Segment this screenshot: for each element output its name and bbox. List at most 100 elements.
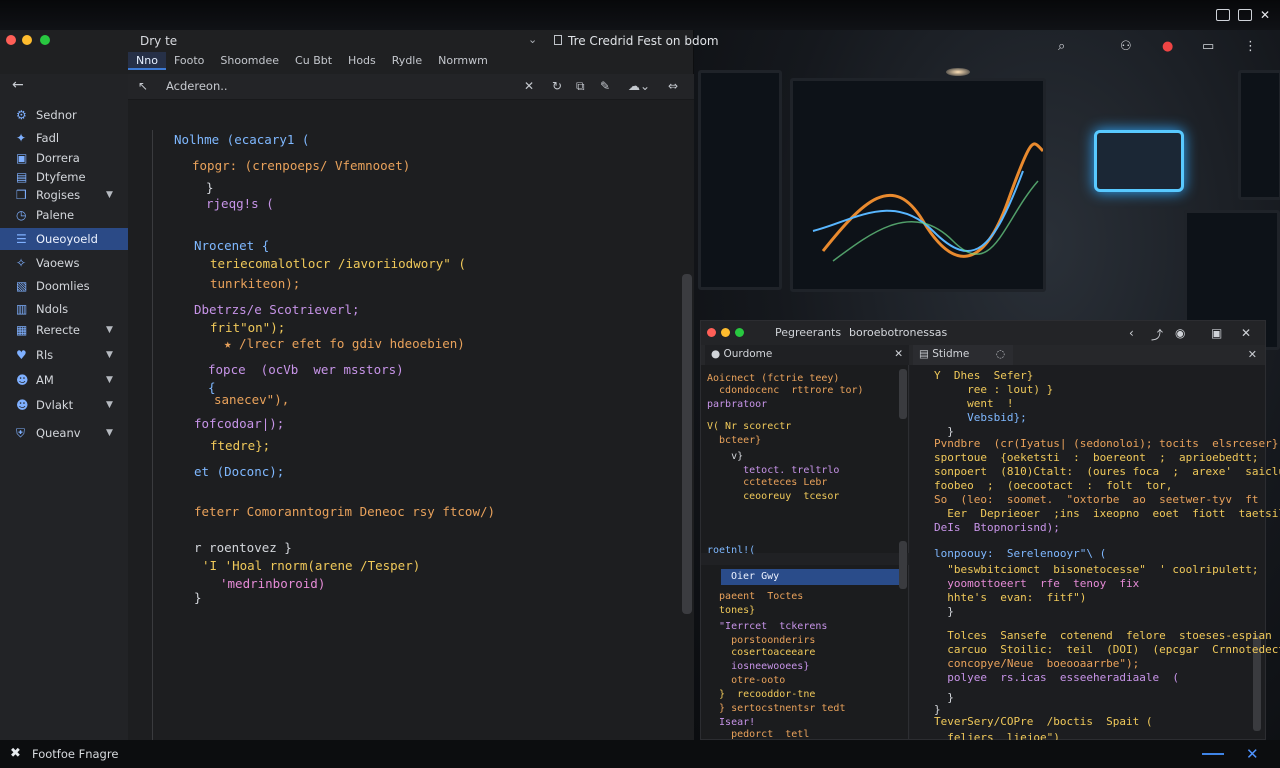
code-line: Y Dhes Sefer} (934, 369, 1034, 382)
close-icon[interactable]: ✕ (894, 348, 903, 360)
sidebar-item[interactable]: ❒ Rogises ▼ (0, 184, 128, 206)
close-icon[interactable]: ✕ (1246, 745, 1259, 763)
sidebar-item[interactable]: ✦ Fadl (0, 127, 128, 149)
code-line: went ! (934, 397, 1014, 410)
left-pane-scrollbar[interactable] (899, 369, 907, 419)
code-line: teriecomalotlocr /iavoriiodwory" ( (210, 256, 466, 271)
tab-right[interactable]: ▤ Stidme ◌ (913, 345, 1013, 365)
expand-icon[interactable]: ⇔ (668, 79, 678, 93)
minimize-traffic-light-icon[interactable] (721, 328, 730, 337)
back-arrow-icon[interactable]: ← (12, 77, 24, 93)
share-icon[interactable]: ⤴ (1151, 326, 1163, 343)
chevron-down-icon[interactable]: ▼ (106, 325, 113, 335)
code-line: paeent Toctes (707, 591, 804, 602)
arrow-left-icon[interactable]: ↖ (138, 79, 148, 93)
left-pane-scrollbar-lower[interactable] (899, 541, 907, 589)
chevron-left-icon[interactable]: ‹ (1129, 326, 1134, 340)
search-label[interactable]: Acdereon.. (166, 79, 228, 93)
window-controls: ✕ (1215, 9, 1270, 21)
file-icon: ▤ (16, 169, 28, 184)
code-line: pedorct tetl (707, 729, 810, 740)
code-line: 'I 'Hoal rnorm(arene /Tesper) (202, 558, 421, 573)
code-line: TeverSery/COPre /boctis Spait ( (934, 715, 1153, 728)
minimize-icon[interactable] (1215, 9, 1230, 21)
search-icon[interactable]: ⌕ (1058, 39, 1065, 54)
chevron-down-icon[interactable]: ⌄ (528, 33, 537, 46)
close-icon[interactable]: ✕ (1248, 348, 1257, 361)
selected-item[interactable]: Oier Gwy (721, 569, 907, 585)
editor-scrollbar[interactable] (682, 274, 692, 614)
chevron-down-icon[interactable]: ▼ (106, 190, 113, 200)
menu-item[interactable]: Nno (128, 52, 166, 70)
star-icon: ✦ (16, 130, 27, 145)
notification-icon[interactable]: ● (1162, 39, 1173, 54)
window-icon[interactable]: ▣ (1211, 326, 1222, 340)
sidebar-item[interactable]: ☻ AM ▼ (0, 369, 128, 391)
code-line: porstoonderirs (707, 635, 816, 646)
chat-icon[interactable]: ▭ (1202, 39, 1214, 54)
sidebar-item[interactable]: ✧ Vaoews (0, 252, 128, 274)
zoom-traffic-light-icon[interactable] (735, 328, 744, 337)
code-line: feterr Comoranntogrim Deneoc rsy ftcow/) (194, 504, 496, 519)
close-icon[interactable]: ✕ (1241, 326, 1251, 340)
minimize-line-icon[interactable] (1202, 753, 1224, 755)
code-line: } (934, 605, 954, 618)
copy-icon[interactable]: ⧉ (576, 79, 585, 94)
menu-item[interactable]: Hods (340, 52, 384, 70)
sidebar-item[interactable]: ☻ Dvlakt ▼ (0, 394, 128, 416)
cloud-icon[interactable]: ☁⌄ (628, 79, 650, 93)
right-pane[interactable]: Y Dhes Sefer} ree : lout) } went ! Vebsb… (910, 365, 1280, 744)
sidebar-item[interactable]: ▦ Rerecte ▼ (0, 319, 128, 341)
menu-item[interactable]: Normwm (430, 52, 496, 70)
tab-left[interactable]: ● Ourdome ✕ (705, 345, 909, 365)
sidebar-item-label: Ndols (36, 302, 69, 316)
image-icon: ▧ (16, 278, 28, 293)
chevron-down-icon[interactable]: ▼ (106, 428, 113, 438)
pin-icon[interactable]: ✕ (524, 79, 534, 93)
chevron-down-icon[interactable]: ▼ (106, 400, 113, 410)
code-line: "beswbitciomct bisonetocesse" ' coolripu… (934, 563, 1259, 576)
document-icon (554, 35, 562, 45)
chevron-down-icon[interactable]: ▼ (106, 375, 113, 385)
code-line: ★ /lrecr efet fo gdiv hdeoebien) (224, 336, 465, 351)
sidebar-item[interactable]: ☰ Oueoyoeld (0, 228, 128, 250)
menu-item[interactable]: Cu Bbt (287, 52, 340, 70)
status-text: Footfoe Fnagre (32, 747, 119, 761)
heart-icon: ♥ (16, 347, 27, 362)
code-line: Eer Deprieoer ;ins ixeopno eoet fiott ta… (934, 507, 1280, 520)
brush-icon[interactable]: ✎ (600, 79, 610, 93)
pages-icon: ❒ (16, 187, 27, 202)
sidebar-item[interactable]: ◷ Palene (0, 204, 128, 226)
menu-item[interactable]: Footo (166, 52, 212, 70)
code-editor[interactable]: Nolhme (ecacary1 (fopgr: (crenpoeps/ Vfe… (128, 100, 694, 740)
editor-window: Dry te ⌄ Nno Footo Shoomdee Cu Bbt Hods Rydle… (0, 30, 694, 740)
sidebar-item[interactable]: ♥ Rls ▼ (0, 344, 128, 366)
code-line: ree : lout) } (934, 383, 1054, 396)
chevron-down-icon[interactable]: ▼ (106, 350, 113, 360)
left-pane[interactable]: Oier Gwy Aoicnect (fctrie teey) cdondoce… (701, 365, 909, 740)
menu-item[interactable]: Rydle (384, 52, 430, 70)
globe-icon[interactable]: ◉ (1175, 326, 1185, 340)
close-icon[interactable]: ✕ (1260, 9, 1270, 21)
close-traffic-light-icon[interactable] (6, 35, 16, 45)
code-line: frit"on"); (210, 320, 286, 335)
sidebar-item[interactable]: ⚙ Sednor (0, 104, 128, 126)
floating-title-bar: Pegreerants boroebotronessas ‹ ⤴ ◉ ▣ ✕ (701, 321, 1265, 345)
maximize-icon[interactable] (1237, 9, 1252, 21)
cloud-icon: ◌ (995, 348, 1005, 360)
menu-item[interactable]: Shoomdee (212, 52, 287, 70)
minimize-traffic-light-icon[interactable] (22, 35, 32, 45)
floating-search[interactable]: boroebotronessas (849, 326, 947, 339)
refresh-icon[interactable]: ↻ (552, 79, 562, 93)
close-icon[interactable]: ✖ (10, 746, 21, 761)
zoom-traffic-light-icon[interactable] (40, 35, 50, 45)
tab-right-label: Stidme (932, 348, 970, 360)
sidebar-item[interactable]: ▧ Doomlies (0, 275, 128, 297)
close-traffic-light-icon[interactable] (707, 328, 716, 337)
sidebar-item[interactable]: ⛨ Queanv ▼ (0, 422, 128, 444)
person-icon[interactable]: ⚇ (1120, 39, 1132, 54)
shield-icon: ⛨ (16, 425, 26, 440)
menu-icon[interactable]: ⋮ (1244, 39, 1257, 54)
code-line: iosneewooees} (707, 661, 810, 672)
sidebar-item[interactable]: ▥ Ndols (0, 298, 128, 320)
